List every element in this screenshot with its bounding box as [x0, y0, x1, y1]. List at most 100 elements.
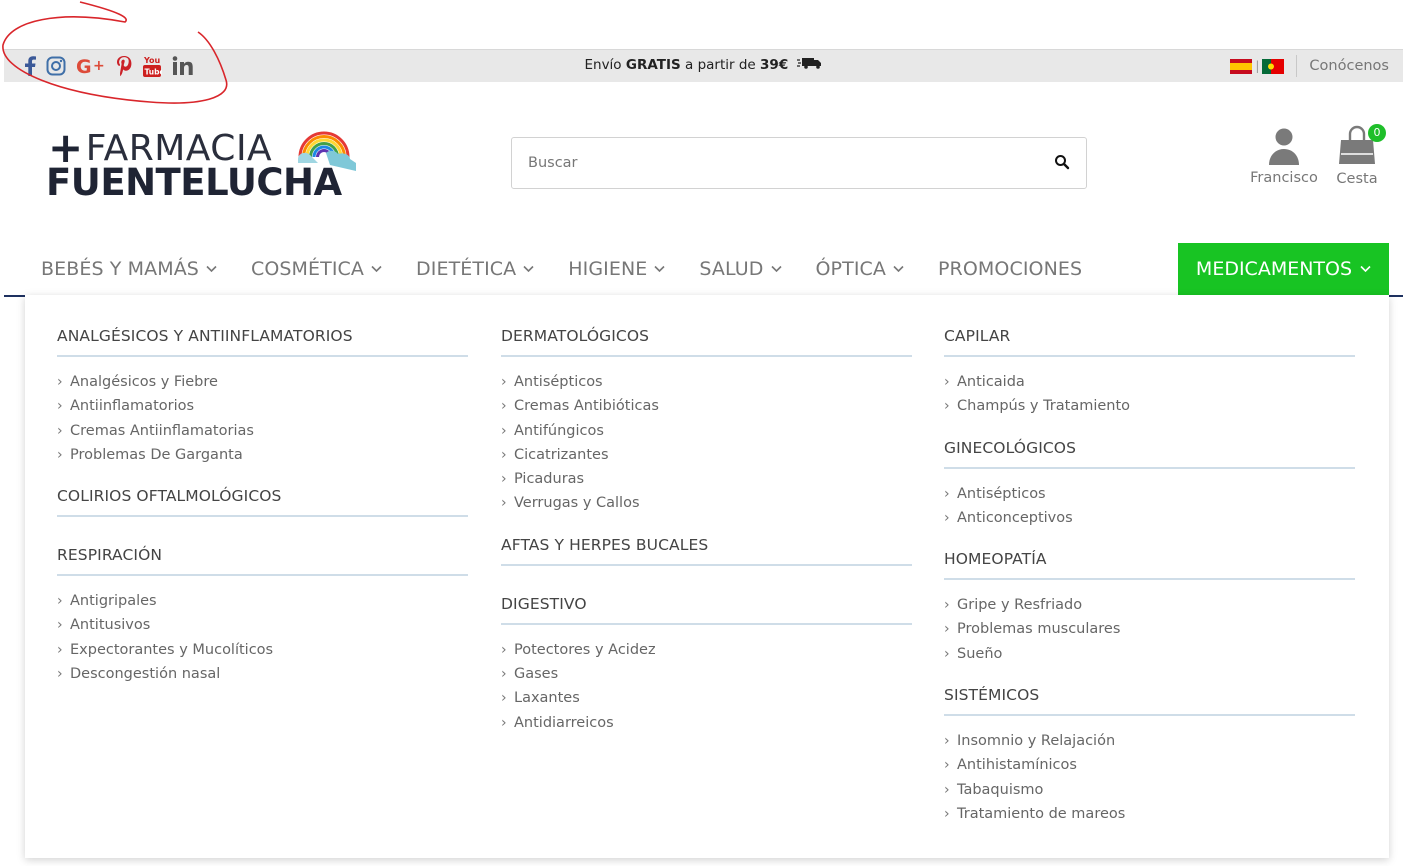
- subcategory-link[interactable]: › Cremas Antibióticas: [501, 394, 912, 418]
- pt-flag-icon[interactable]: [1262, 58, 1285, 74]
- subcategory-label: Verrugas y Callos: [514, 495, 640, 512]
- chevron-down-icon: [523, 265, 534, 273]
- subcategory-label: Picaduras: [514, 471, 585, 488]
- category-title[interactable]: ANALGÉSICOS Y ANTIINFLAMATORIOS: [57, 327, 468, 357]
- category-title[interactable]: CAPILAR: [944, 327, 1355, 357]
- category-block: AFTAS Y HERPES BUCALES: [501, 536, 912, 566]
- subcategory-link[interactable]: › Antihistamínicos: [944, 753, 1355, 777]
- subcategory-label: Sueño: [957, 645, 1003, 662]
- subcategory-link[interactable]: › Potectores y Acidez: [501, 638, 912, 662]
- subcategory-list: › Anticaida › Champús y Tratamiento: [944, 370, 1355, 419]
- chevron-right-icon: ›: [944, 398, 950, 415]
- subcategory-list: › Gripe y Resfriado › Problemas musculares ›…: [944, 593, 1355, 666]
- subcategory-link[interactable]: › Problemas De Garganta: [57, 443, 468, 467]
- subcategory-link[interactable]: › Gases: [501, 662, 912, 686]
- subcategory-link[interactable]: › Antigripales: [57, 589, 468, 613]
- subcategory-link[interactable]: › Cicatrizantes: [501, 443, 912, 467]
- subcategory-link[interactable]: › Antiinflamatorios: [57, 394, 468, 418]
- subcategory-list: › Antigripales › Antitusivos › Expectorantes …: [57, 589, 468, 686]
- free-shipping-banner: Envío GRATIS a partir de 39€: [4, 57, 1403, 73]
- category-block: RESPIRACIÓN › Antigripales › Antitusivos › Exp…: [57, 546, 468, 686]
- subcategory-link[interactable]: › Anticaida: [944, 370, 1355, 394]
- subcategory-label: Antigripales: [70, 593, 157, 610]
- shipping-bold: GRATIS: [625, 57, 681, 73]
- shipping-amount: 39€: [760, 57, 789, 73]
- subcategory-label: Analgésicos y Fiebre: [70, 374, 218, 390]
- category-title[interactable]: SISTÉMICOS: [944, 686, 1355, 717]
- subcategory-link[interactable]: › Picaduras: [501, 467, 912, 491]
- category-title[interactable]: DIGESTIVO: [501, 595, 912, 625]
- subcategory-label: Antidiarreicos: [514, 714, 614, 731]
- nav-item-label: COSMÉTICA: [250, 258, 365, 280]
- shipping-prefix: Envío: [584, 57, 626, 73]
- category-block: DERMATOLÓGICOS › Antisépticos › Cremas Antib…: [501, 327, 912, 516]
- nav-item[interactable]: BEBÉS Y MAMÁS: [41, 258, 217, 280]
- top-right-links: | Conócenos: [1230, 55, 1389, 77]
- chevron-right-icon: ›: [944, 733, 950, 750]
- search-input[interactable]: [528, 138, 1028, 188]
- subcategory-label: Insomnio y Relajación: [957, 733, 1116, 750]
- nav-item[interactable]: DIETÉTICA: [416, 258, 534, 280]
- chevron-right-icon: ›: [944, 805, 950, 822]
- nav-item[interactable]: SALUD: [699, 258, 782, 280]
- nav-item[interactable]: ÓPTICA: [816, 258, 905, 280]
- nav-item[interactable]: PROMOCIONES: [938, 258, 1082, 280]
- chevron-right-icon: ›: [501, 666, 507, 683]
- subcategory-link[interactable]: › Antisépticos: [501, 370, 912, 394]
- subcategory-link[interactable]: › Tratamiento de mareos: [944, 802, 1355, 826]
- subcategory-label: Gases: [514, 666, 559, 683]
- category-title[interactable]: HOMEOPATÍA: [944, 550, 1355, 581]
- chevron-right-icon: ›: [944, 509, 950, 526]
- subcategory-link[interactable]: › Cremas Antiinflamatorias: [57, 419, 468, 443]
- subcategory-link[interactable]: › Gripe y Resfriado: [944, 593, 1355, 617]
- subcategory-link[interactable]: › Analgésicos y Fiebre: [57, 370, 468, 394]
- subcategory-link[interactable]: › Antisépticos: [944, 482, 1355, 506]
- search-box: [511, 137, 1087, 189]
- chevron-down-icon: [654, 265, 665, 273]
- nav-item-label: SALUD: [699, 258, 764, 280]
- top-bar: G+ YouTube Envío GRATIS a partir de 39€ …: [4, 49, 1403, 82]
- user-account-button[interactable]: Francisco: [1248, 127, 1320, 186]
- category-title[interactable]: RESPIRACIÓN: [57, 546, 468, 577]
- chevron-right-icon: ›: [57, 374, 63, 390]
- mega-menu-column: CAPILAR › Anticaida › Champús y Tratamiento G…: [944, 327, 1355, 846]
- nav-item-medicamentos[interactable]: MEDICAMENTOS: [1178, 243, 1389, 295]
- chevron-right-icon: ›: [944, 645, 950, 662]
- nav-item[interactable]: COSMÉTICA: [251, 258, 382, 280]
- subcategory-link[interactable]: › Insomnio y Relajación: [944, 729, 1355, 753]
- subcategory-label: Gripe y Resfriado: [957, 597, 1083, 614]
- subcategory-link[interactable]: › Descongestión nasal: [57, 662, 468, 686]
- es-flag-icon[interactable]: [1230, 58, 1253, 74]
- cart-button[interactable]: 0 Cesta: [1330, 124, 1386, 187]
- subcategory-label: Anticaida: [957, 374, 1025, 390]
- category-title[interactable]: GINECOLÓGICOS: [944, 439, 1355, 469]
- chevron-down-icon: [770, 265, 782, 273]
- user-icon: [1269, 128, 1299, 165]
- subcategory-link[interactable]: › Sueño: [944, 642, 1355, 666]
- mega-menu-column: DERMATOLÓGICOS › Antisépticos › Cremas Antib…: [501, 327, 912, 755]
- about-link[interactable]: Conócenos: [1309, 58, 1389, 74]
- subcategory-label: Potectores y Acidez: [514, 641, 656, 658]
- subcategory-link[interactable]: › Tabaquismo: [944, 778, 1355, 802]
- subcategory-label: Antisépticos: [514, 374, 603, 390]
- subcategory-label: Problemas musculares: [957, 621, 1121, 638]
- subcategory-link[interactable]: › Anticonceptivos: [944, 506, 1355, 530]
- subcategory-link[interactable]: › Antifúngicos: [501, 419, 912, 443]
- category-title[interactable]: COLIRIOS OFTALMOLÓGICOS: [57, 487, 468, 518]
- nav-item[interactable]: HIGIENE: [568, 258, 665, 280]
- subcategory-link[interactable]: › Antitusivos: [57, 613, 468, 637]
- category-title[interactable]: DERMATOLÓGICOS: [501, 327, 912, 357]
- category-block: GINECOLÓGICOS › Antisépticos › Anticonceptiv…: [944, 439, 1355, 531]
- search-icon[interactable]: [1054, 154, 1072, 172]
- subcategory-link[interactable]: › Champús y Tratamiento: [944, 394, 1355, 418]
- subcategory-list: › Insomnio y Relajación › Antihistamínicos ›…: [944, 729, 1355, 826]
- category-block: HOMEOPATÍA › Gripe y Resfriado › Problemas m…: [944, 550, 1355, 666]
- subcategory-link[interactable]: › Antidiarreicos: [501, 711, 912, 735]
- subcategory-link[interactable]: › Expectorantes y Mucolíticos: [57, 638, 468, 662]
- subcategory-link[interactable]: › Problemas musculares: [944, 617, 1355, 641]
- subcategory-link[interactable]: › Laxantes: [501, 686, 912, 710]
- subcategory-label: Antisépticos: [957, 485, 1046, 502]
- subcategory-link[interactable]: › Verrugas y Callos: [501, 491, 912, 515]
- category-title[interactable]: AFTAS Y HERPES BUCALES: [501, 536, 912, 566]
- site-logo[interactable]: + FARMACIA FUENTELUCHA: [44, 127, 364, 204]
